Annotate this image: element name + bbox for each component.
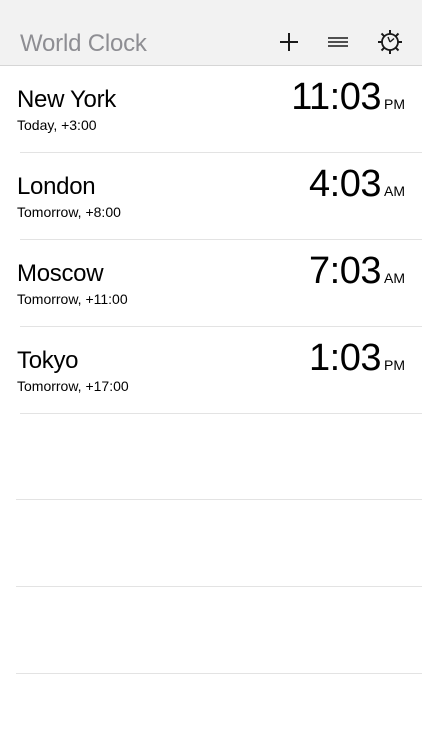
- reorder-button[interactable]: [324, 28, 352, 56]
- city-name: New York: [17, 86, 116, 113]
- clock-row-moscow[interactable]: Moscow Tomorrow, +11:00 7:03 AM: [0, 240, 422, 327]
- am-pm-label: AM: [384, 270, 405, 286]
- add-clock-button[interactable]: [275, 28, 303, 56]
- city-name: Moscow: [17, 260, 104, 287]
- clock-time: 4:03 AM: [309, 163, 405, 206]
- time-digits: 1:03: [309, 337, 381, 379]
- time-digits: 4:03: [309, 163, 381, 205]
- world-clock-screen: World Clock New York Today, +3:00 11:03 …: [0, 0, 422, 750]
- am-pm-label: PM: [384, 357, 405, 373]
- reorder-icon: [328, 37, 348, 47]
- row-divider: [20, 413, 422, 414]
- empty-row-divider: [16, 673, 422, 674]
- am-pm-label: PM: [384, 96, 405, 112]
- clock-row-new-york[interactable]: New York Today, +3:00 11:03 PM: [0, 66, 422, 153]
- clock-time: 7:03 AM: [309, 250, 405, 293]
- plus-icon: [280, 33, 298, 51]
- time-offset: Today, +3:00: [17, 117, 97, 133]
- time-digits: 11:03: [291, 76, 381, 118]
- clock-row-tokyo[interactable]: Tokyo Tomorrow, +17:00 1:03 PM: [0, 327, 422, 414]
- clock-row-london[interactable]: London Tomorrow, +8:00 4:03 AM: [0, 153, 422, 240]
- time-offset: Tomorrow, +8:00: [17, 204, 121, 220]
- header-bar: World Clock: [0, 0, 422, 66]
- empty-row-divider: [16, 499, 422, 500]
- empty-row-divider: [16, 586, 422, 587]
- clock-time: 1:03 PM: [309, 337, 405, 380]
- am-pm-label: AM: [384, 183, 405, 199]
- city-name: London: [17, 173, 96, 200]
- time-offset: Tomorrow, +11:00: [17, 291, 128, 307]
- gear-icon: [378, 30, 402, 54]
- time-offset: Tomorrow, +17:00: [17, 378, 129, 394]
- clock-time: 11:03 PM: [291, 76, 405, 119]
- time-digits: 7:03: [309, 250, 381, 292]
- clock-list: New York Today, +3:00 11:03 PM London To…: [0, 66, 422, 414]
- page-title: World Clock: [20, 30, 147, 57]
- city-name: Tokyo: [17, 347, 79, 374]
- settings-button[interactable]: [376, 28, 404, 56]
